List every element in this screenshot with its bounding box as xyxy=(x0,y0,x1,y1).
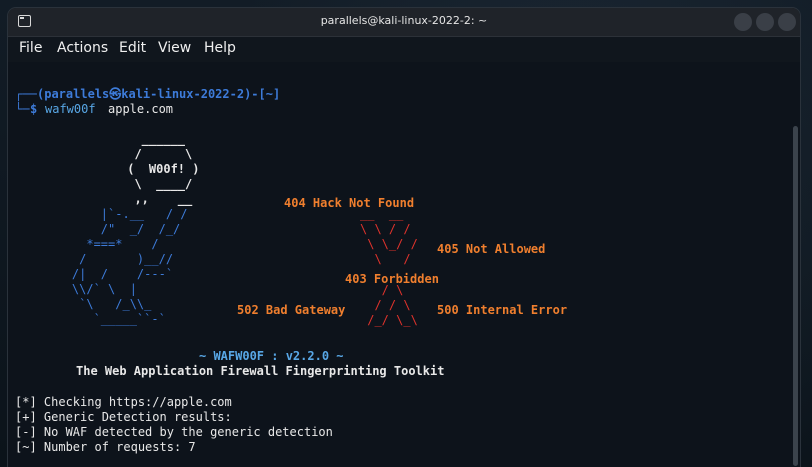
output-line: [-] No WAF detected by the generic detec… xyxy=(15,425,333,439)
ascii-dog-line: /| / /---` xyxy=(43,267,174,281)
terminal-area[interactable]: ┌── (parallels㉿kali-linux-2022-2)-[~] └─… xyxy=(8,62,800,467)
ascii-dog-line: / )__// xyxy=(43,252,174,266)
ascii-dog-line: `_____``-` xyxy=(43,312,166,326)
ascii-dog-line: *===* / xyxy=(43,237,159,251)
close-button[interactable] xyxy=(778,13,796,31)
ascii-woof-line: / \ xyxy=(120,147,193,161)
ascii-x-line: \ \_/ / xyxy=(360,237,418,251)
minimize-button[interactable] xyxy=(734,13,752,31)
error-405: 405 Not Allowed xyxy=(437,242,546,256)
output-line: [~] Number of requests: 7 xyxy=(15,440,196,454)
error-404: 404 Hack Not Found xyxy=(284,196,415,210)
ascii-x-line: \ / xyxy=(360,252,411,266)
command-name: wafw00f xyxy=(45,102,96,116)
ascii-x-line: \ \ / / xyxy=(360,222,411,236)
ascii-x-line: / / \ xyxy=(360,298,411,312)
menu-actions[interactable]: Actions xyxy=(57,40,108,56)
output-line: [+] Generic Detection results: xyxy=(15,410,232,424)
output-line: [*] Checking https://apple.com xyxy=(15,395,232,409)
menu-help[interactable]: Help xyxy=(204,40,236,56)
ascii-dog-line: /" _/ /_/ xyxy=(43,222,181,236)
menu-edit[interactable]: Edit xyxy=(119,40,146,56)
tagline: The Web Application Firewall Fingerprint… xyxy=(76,364,445,378)
window-title: parallels@kali-linux-2022-2: ~ xyxy=(320,14,488,27)
command-argument: apple.com xyxy=(108,102,174,116)
prompt-corner-bottom: └─ xyxy=(15,102,30,116)
prompt-user-host: (parallels㉿kali-linux-2022-2)-[~] xyxy=(37,87,281,101)
ascii-woof-line: ,, __ xyxy=(120,192,193,206)
error-403: 403 Forbidden xyxy=(345,272,439,286)
maximize-button[interactable] xyxy=(756,13,774,31)
title-bar: parallels@kali-linux-2022-2: ~ xyxy=(8,8,800,37)
prompt-symbol: $ xyxy=(30,102,38,116)
ascii-x-line: /_/ \_\ xyxy=(360,313,418,327)
menu-bar: File Actions Edit View Help xyxy=(8,37,800,61)
ascii-dog-line: \\/` \ | xyxy=(43,282,137,296)
ascii-dog-line: `\ /_\\_ xyxy=(43,297,152,311)
error-502: 502 Bad Gateway xyxy=(237,303,346,317)
menu-view[interactable]: View xyxy=(158,40,191,56)
scrollbar[interactable] xyxy=(793,126,798,466)
ascii-dog-line: |`-.__ / / xyxy=(43,207,188,221)
ascii-woof-line: \ ____/ xyxy=(120,177,193,191)
terminal-window: parallels@kali-linux-2022-2: ~ File Acti… xyxy=(8,8,800,467)
ascii-woof-line: ______ xyxy=(120,132,186,146)
version-banner: ~ WAFW00F : v2.2.0 ~ xyxy=(199,349,344,363)
error-500: 500 Internal Error xyxy=(437,303,568,317)
prompt-corner-top: ┌── xyxy=(15,87,37,101)
menu-file[interactable]: File xyxy=(19,40,42,56)
ascii-woof-line: ( W00f! ) xyxy=(120,162,200,176)
